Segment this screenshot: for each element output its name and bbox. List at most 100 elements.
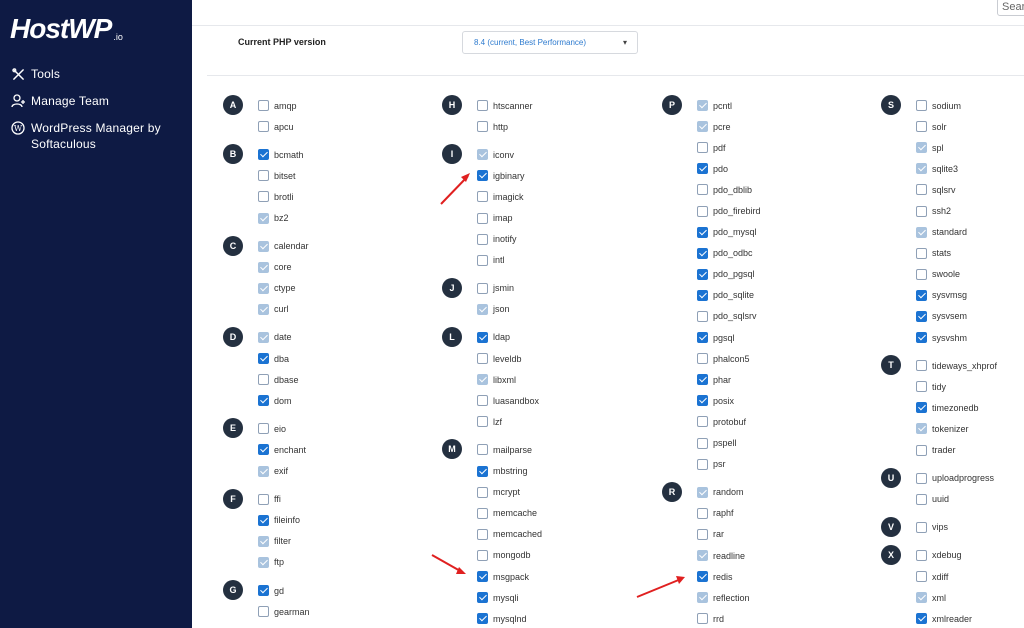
extension-checkbox[interactable] <box>916 247 927 259</box>
extension-checkbox[interactable] <box>258 191 269 203</box>
extension-checkbox[interactable] <box>916 332 927 344</box>
extension-checkbox[interactable] <box>697 507 708 519</box>
extension-checkbox[interactable] <box>477 233 488 245</box>
extension-item-pdo-odbc[interactable]: pdo_odbc <box>697 243 761 264</box>
extension-checkbox[interactable] <box>258 444 269 456</box>
extension-checkbox[interactable] <box>258 395 269 407</box>
extension-checkbox[interactable] <box>916 289 927 301</box>
extension-checkbox[interactable] <box>697 310 708 322</box>
extension-item-stats[interactable]: stats <box>916 243 997 264</box>
extension-item-imap[interactable]: imap <box>477 207 542 228</box>
extension-checkbox[interactable] <box>477 353 488 365</box>
extension-item-mysqlnd[interactable]: mysqlnd <box>477 608 542 628</box>
extension-checkbox[interactable] <box>697 458 708 470</box>
extension-item-bcmath[interactable]: bcmath <box>258 144 310 165</box>
extension-item-vips[interactable]: vips <box>916 517 997 538</box>
extension-checkbox[interactable] <box>477 592 488 604</box>
extension-item-memcache[interactable]: memcache <box>477 503 542 524</box>
extension-item-rrd[interactable]: rrd <box>697 608 761 628</box>
extension-item-sysvsem[interactable]: sysvsem <box>916 306 997 327</box>
extension-item-enchant[interactable]: enchant <box>258 439 310 460</box>
extension-checkbox[interactable] <box>916 521 927 533</box>
extension-checkbox[interactable] <box>916 100 927 112</box>
extension-item-pspell[interactable]: pspell <box>697 433 761 454</box>
extension-checkbox[interactable] <box>258 493 269 505</box>
extension-checkbox[interactable] <box>258 514 269 526</box>
extension-item-xdiff[interactable]: xdiff <box>916 566 997 587</box>
extension-item-eio[interactable]: eio <box>258 418 310 439</box>
extension-checkbox[interactable] <box>916 205 927 217</box>
php-version-select[interactable]: 8.4 (current, Best Performance) ▾ <box>462 31 638 54</box>
extension-checkbox[interactable] <box>258 374 269 386</box>
extension-checkbox[interactable] <box>697 332 708 344</box>
extension-checkbox[interactable] <box>477 549 488 561</box>
extension-checkbox[interactable] <box>916 381 927 393</box>
extension-item-intl[interactable]: intl <box>477 250 542 271</box>
extension-item-pdo-dblib[interactable]: pdo_dblib <box>697 179 761 200</box>
extension-item-lzf[interactable]: lzf <box>477 411 542 432</box>
extension-checkbox[interactable] <box>916 571 927 583</box>
extension-item-sysvshm[interactable]: sysvshm <box>916 327 997 348</box>
extension-item-protobuf[interactable]: protobuf <box>697 411 761 432</box>
extension-checkbox[interactable] <box>477 121 488 133</box>
extension-checkbox[interactable] <box>477 444 488 456</box>
extension-checkbox[interactable] <box>916 184 927 196</box>
extension-item-mailparse[interactable]: mailparse <box>477 439 542 460</box>
extension-item-inotify[interactable]: inotify <box>477 229 542 250</box>
extension-checkbox[interactable] <box>477 571 488 583</box>
extension-checkbox[interactable] <box>916 310 927 322</box>
extension-item-mongodb[interactable]: mongodb <box>477 545 542 566</box>
extension-checkbox[interactable] <box>697 247 708 259</box>
extension-checkbox[interactable] <box>916 268 927 280</box>
extension-checkbox[interactable] <box>697 142 708 154</box>
extension-item-mbstring[interactable]: mbstring <box>477 461 542 482</box>
extension-item-swoole[interactable]: swoole <box>916 264 997 285</box>
extension-checkbox[interactable] <box>477 282 488 294</box>
extension-item-dba[interactable]: dba <box>258 348 310 369</box>
extension-checkbox[interactable] <box>697 268 708 280</box>
extension-item-posix[interactable]: posix <box>697 390 761 411</box>
extension-item-pdo-mysql[interactable]: pdo_mysql <box>697 222 761 243</box>
extension-item-bitset[interactable]: bitset <box>258 165 310 186</box>
extension-item-sqlsrv[interactable]: sqlsrv <box>916 179 997 200</box>
extension-item-uuid[interactable]: uuid <box>916 489 997 510</box>
extension-item-leveldb[interactable]: leveldb <box>477 348 542 369</box>
search-input[interactable] <box>997 0 1024 16</box>
extension-checkbox[interactable] <box>477 613 488 625</box>
extension-item-msgpack[interactable]: msgpack <box>477 566 542 587</box>
extension-item-xmlreader[interactable]: xmlreader <box>916 608 997 628</box>
extension-checkbox[interactable] <box>916 472 927 484</box>
extension-item-ldap[interactable]: ldap <box>477 327 542 348</box>
extension-item-pdf[interactable]: pdf <box>697 137 761 158</box>
extension-item-gd[interactable]: gd <box>258 580 310 601</box>
extension-checkbox[interactable] <box>477 254 488 266</box>
extension-checkbox[interactable] <box>916 493 927 505</box>
extension-item-tidy[interactable]: tidy <box>916 376 997 397</box>
extension-item-brotli[interactable]: brotli <box>258 186 310 207</box>
extension-checkbox[interactable] <box>477 486 488 498</box>
extension-item-luasandbox[interactable]: luasandbox <box>477 390 542 411</box>
extension-item-pdo-pgsql[interactable]: pdo_pgsql <box>697 264 761 285</box>
extension-checkbox[interactable] <box>477 212 488 224</box>
extension-item-ssh2[interactable]: ssh2 <box>916 200 997 221</box>
extension-item-dom[interactable]: dom <box>258 390 310 411</box>
extension-item-ffi[interactable]: ffi <box>258 489 310 510</box>
extension-item-redis[interactable]: redis <box>697 566 761 587</box>
extension-item-apcu[interactable]: apcu <box>258 116 310 137</box>
extension-checkbox[interactable] <box>916 549 927 561</box>
extension-checkbox[interactable] <box>697 163 708 175</box>
extension-checkbox[interactable] <box>916 121 927 133</box>
extension-item-dbase[interactable]: dbase <box>258 369 310 390</box>
extension-checkbox[interactable] <box>258 170 269 182</box>
extension-item-http[interactable]: http <box>477 116 542 137</box>
extension-checkbox[interactable] <box>916 613 927 625</box>
extension-checkbox[interactable] <box>258 423 269 435</box>
extension-checkbox[interactable] <box>258 606 269 618</box>
extension-checkbox[interactable] <box>477 507 488 519</box>
extension-item-htscanner[interactable]: htscanner <box>477 95 542 116</box>
extension-checkbox[interactable] <box>697 437 708 449</box>
extension-item-gearman[interactable]: gearman <box>258 601 310 622</box>
extension-checkbox[interactable] <box>477 170 488 182</box>
extension-item-solr[interactable]: solr <box>916 116 997 137</box>
extension-item-trader[interactable]: trader <box>916 440 997 461</box>
